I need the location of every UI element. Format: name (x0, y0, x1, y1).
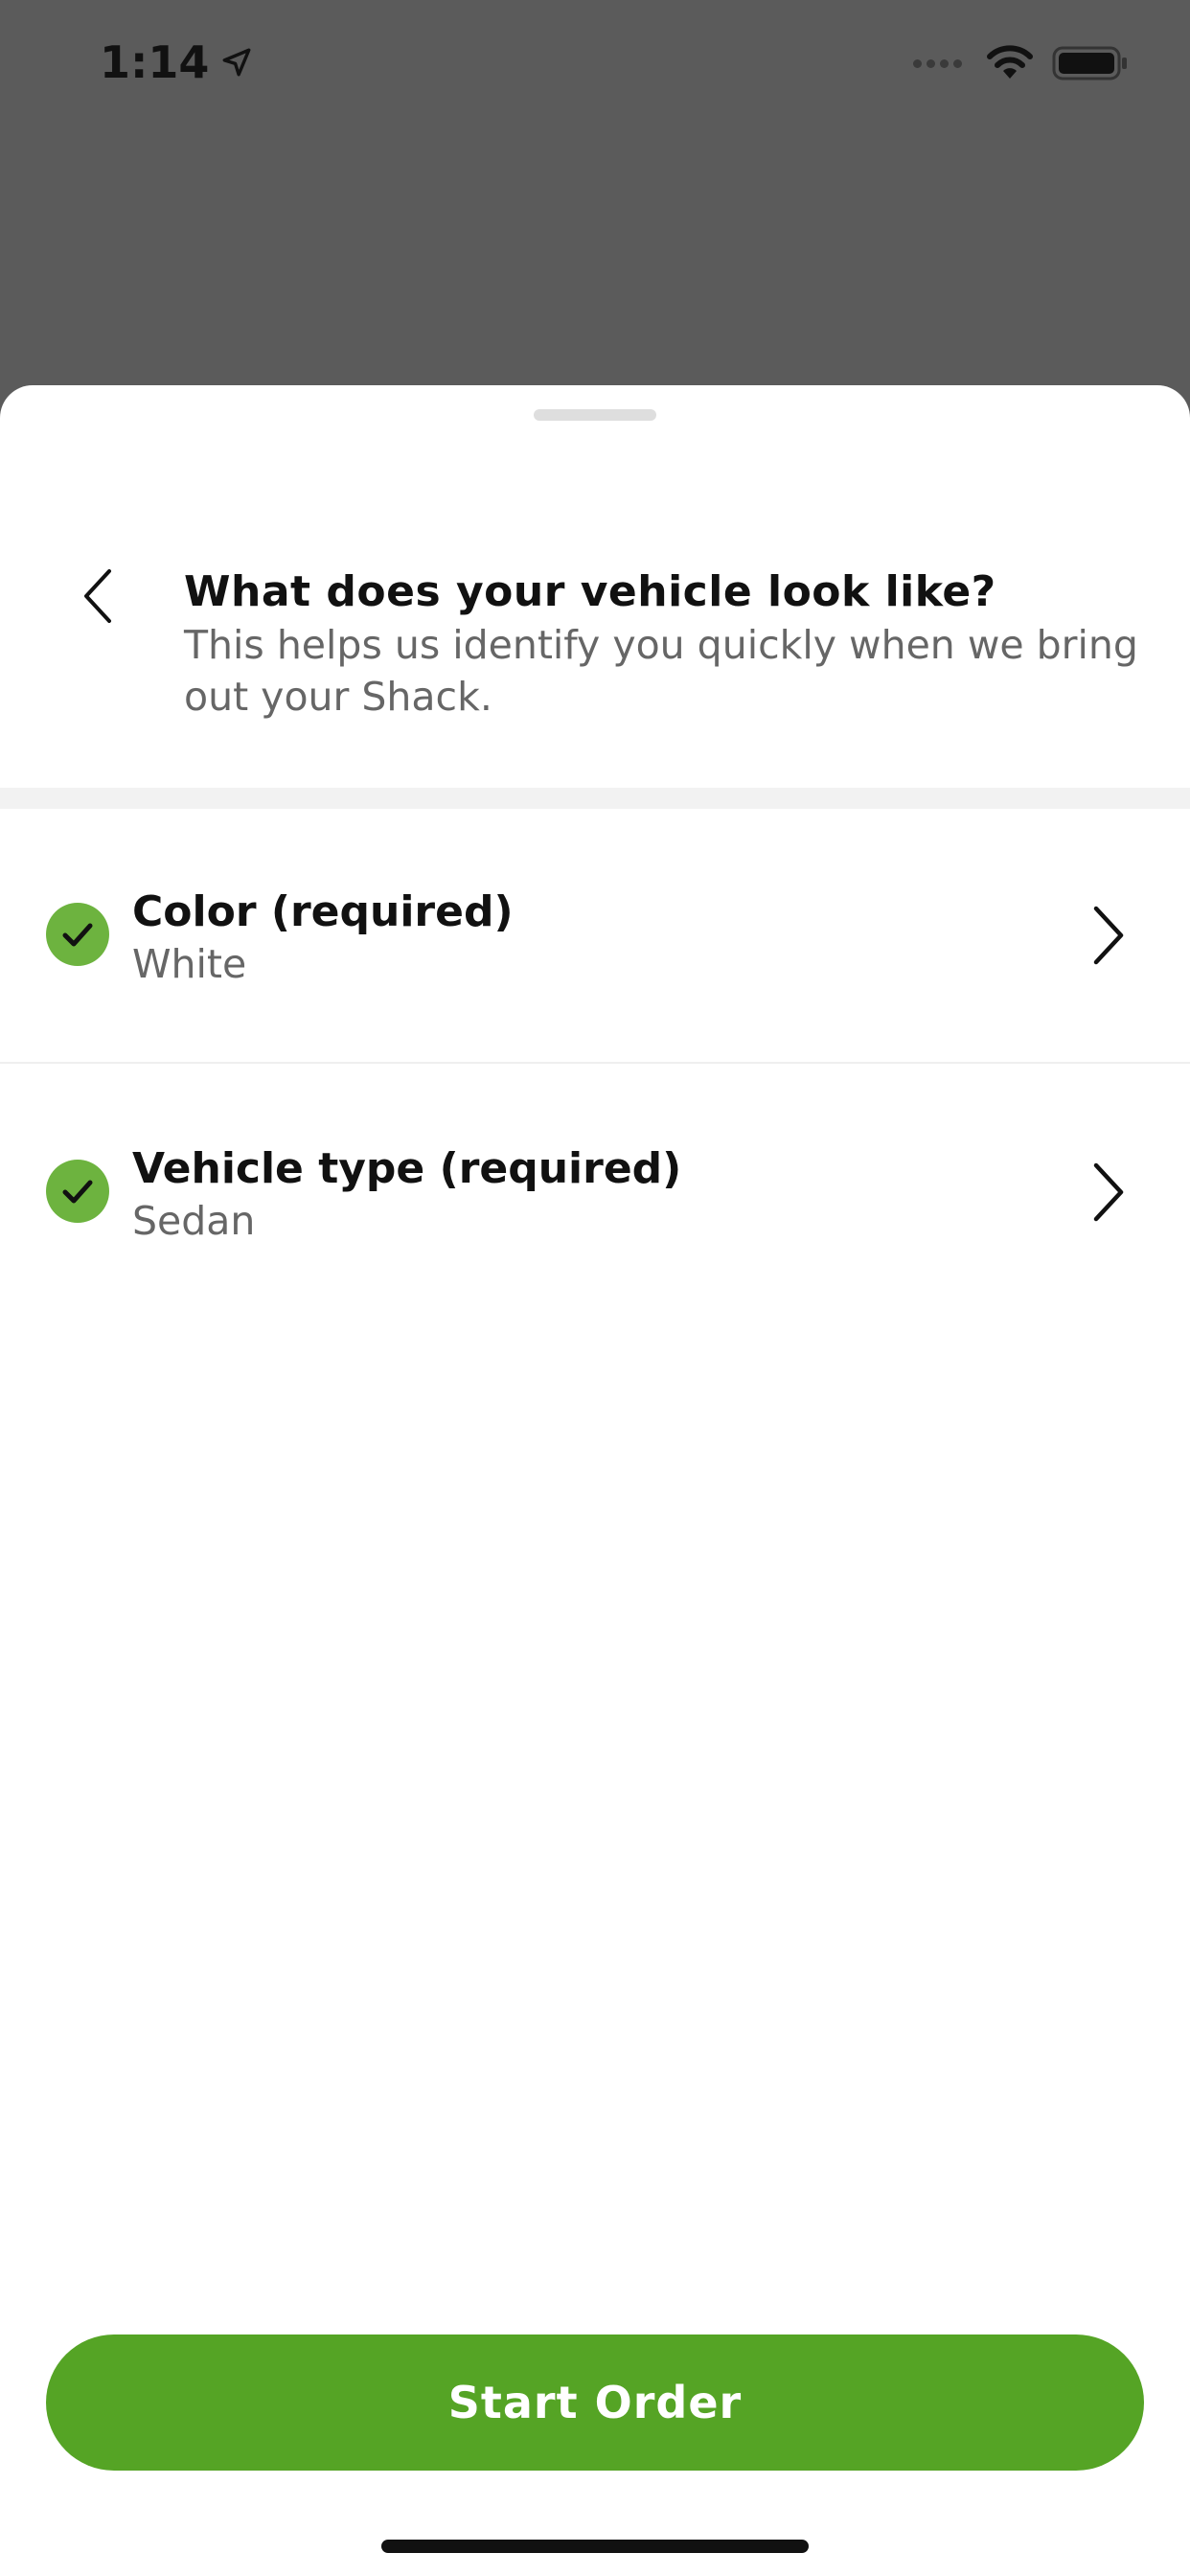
battery-icon (1052, 46, 1127, 80)
status-time: 1:14 (100, 36, 253, 88)
check-circle-icon (46, 903, 109, 966)
signal-icon (913, 58, 962, 68)
start-order-button[interactable]: Start Order (46, 2334, 1144, 2471)
status-bar: 1:14 (0, 0, 1190, 134)
chevron-right-icon (1093, 1162, 1124, 1222)
row-label: Color (required) (132, 887, 514, 936)
location-arrow-icon (222, 48, 251, 77)
chevron-left-icon (84, 569, 111, 623)
page-subtitle: This helps us identify you quickly when … (184, 622, 1138, 720)
sheet-grabber[interactable] (534, 409, 656, 421)
wifi-icon (987, 45, 1033, 79)
row-value: White (132, 941, 247, 987)
check-circle-icon (46, 1160, 109, 1223)
status-icons (913, 44, 1129, 82)
vehicle-type-row[interactable]: Vehicle type (required) Sedan (0, 1066, 1190, 1321)
back-button[interactable] (67, 558, 128, 634)
row-value: Sedan (132, 1198, 256, 1244)
status-time-text: 1:14 (100, 36, 210, 88)
chevron-right-icon (1093, 906, 1124, 965)
bottom-sheet: What does your vehicle look like? This h… (0, 385, 1190, 2576)
section-divider (0, 788, 1190, 809)
row-label: Vehicle type (required) (132, 1144, 682, 1193)
home-indicator[interactable] (381, 2540, 809, 2553)
color-row[interactable]: Color (required) White (0, 809, 1190, 1064)
page-title: What does your vehicle look like? (184, 567, 996, 616)
